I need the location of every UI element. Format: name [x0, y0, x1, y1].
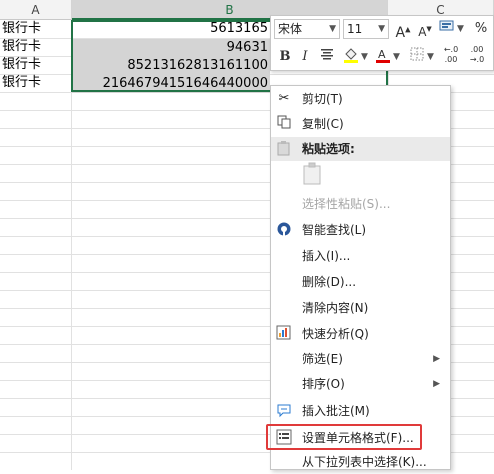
number-format-button[interactable] — [437, 19, 457, 39]
menu-item-filter[interactable]: 筛选(E) ▶ — [271, 347, 450, 371]
decrease-decimal-icon: .00 →.0 — [469, 45, 485, 64]
menu-item-copy[interactable]: 复制(C) — [271, 112, 450, 136]
menu-item-label: 插入批注(M) — [302, 404, 370, 418]
context-menu: ✂ 剪切(T) 复制(C) 粘贴选项: 选择性粘贴(S)... 智能查找(L) … — [270, 85, 451, 470]
cell-b3-value: 85213162813161100 — [127, 58, 268, 73]
menu-item-insert[interactable]: 插入(I)... — [271, 244, 450, 268]
menu-item-label: 快速分析(Q) — [302, 327, 369, 341]
font-size-value: 11 — [347, 22, 363, 36]
italic-button[interactable]: I — [295, 47, 315, 67]
cell-b4[interactable]: 21646794151646440000 — [72, 75, 270, 93]
align-center-icon — [321, 49, 333, 60]
mini-toolbar: 宋体 ▼ 11 ▼ A▲ A▼ ▼ % B I ▼ A ▼ ▼ ←.0 .00 … — [270, 15, 494, 71]
italic-icon: I — [302, 49, 308, 64]
menu-item-cut[interactable]: ✂ 剪切(T) — [271, 87, 450, 111]
cell-b1[interactable]: 5613165 — [72, 20, 270, 38]
menu-item-label: 清除内容(N) — [302, 301, 369, 315]
paste-option-button[interactable] — [302, 162, 326, 188]
menu-item-label: 筛选(E) — [302, 352, 343, 366]
increase-decimal-icon: ←.0 .00 — [443, 45, 459, 64]
increase-decimal-button[interactable]: ←.0 .00 — [439, 45, 463, 65]
paint-bucket-icon — [344, 48, 358, 63]
borders-icon — [410, 47, 424, 61]
comment-icon — [275, 402, 293, 420]
cell-a2[interactable]: 银行卡 — [2, 38, 41, 56]
chevron-right-icon: ▶ — [433, 379, 440, 389]
smart-lookup-icon — [275, 221, 293, 239]
clipboard-icon — [303, 162, 321, 185]
svg-text:A: A — [378, 48, 386, 61]
menu-item-insert-comment[interactable]: 插入批注(M) — [271, 399, 450, 423]
chevron-down-icon: ▼ — [427, 52, 434, 62]
menu-item-delete[interactable]: 删除(D)... — [271, 270, 450, 294]
scissors-icon: ✂ — [278, 91, 290, 106]
chevron-down-icon: ▼ — [393, 52, 400, 62]
percent-icon: % — [474, 21, 488, 36]
borders-button[interactable] — [407, 47, 427, 67]
decrease-font-size-button[interactable]: A▼ — [415, 19, 435, 39]
cell-a4[interactable]: 银行卡 — [2, 74, 41, 92]
menu-item-clear-contents[interactable]: 清除内容(N) — [271, 296, 450, 320]
menu-item-format-cells[interactable]: 设置单元格格式(F)... — [271, 426, 450, 450]
font-name-value: 宋体 — [278, 22, 303, 36]
cell-b1-value: 5613165 — [210, 21, 268, 36]
chevron-down-icon: ▼ — [361, 52, 368, 62]
menu-item-paste-special[interactable]: 选择性粘贴(S)... — [271, 192, 450, 216]
paste-icon — [275, 140, 293, 158]
chevron-down-icon: ▼ — [457, 24, 464, 34]
number-format-icon — [439, 20, 454, 31]
decrease-decimal-button[interactable]: .00 →.0 — [465, 45, 489, 65]
menu-item-label: 删除(D)... — [302, 275, 357, 289]
menu-item-label: 从下拉列表中选择(K)... — [302, 455, 427, 469]
chevron-down-icon: ▼ — [329, 24, 336, 34]
font-color-icon: A — [376, 48, 390, 63]
cell-b2-value: 94631 — [226, 40, 268, 55]
decrease-font-icon: A▼ — [418, 25, 432, 39]
column-header-a-label: A — [31, 3, 40, 17]
cell-b4-value: 21646794151646440000 — [102, 76, 268, 91]
menu-item-sort[interactable]: 排序(O) ▶ — [271, 372, 450, 396]
percent-style-button[interactable]: % — [471, 19, 491, 39]
menu-item-label: 设置单元格格式(F)... — [302, 431, 414, 445]
menu-item-label: 剪切(T) — [302, 92, 343, 106]
cell-a1[interactable]: 银行卡 — [2, 20, 41, 38]
cell-b3[interactable]: 85213162813161100 — [72, 57, 270, 75]
menu-item-label: 选择性粘贴(S)... — [302, 197, 391, 211]
menu-item-label: 插入(I)... — [302, 249, 351, 263]
menu-item-pick-from-list[interactable]: 从下拉列表中选择(K)... — [271, 450, 450, 474]
quick-analysis-icon — [275, 325, 293, 343]
increase-font-icon: A▲ — [395, 24, 411, 41]
menu-item-smart-lookup[interactable]: 智能查找(L) — [271, 218, 450, 242]
increase-font-size-button[interactable]: A▲ — [393, 19, 413, 41]
paste-options-header: 粘贴选项: — [271, 137, 450, 161]
fill-color-button[interactable] — [341, 47, 361, 67]
menu-item-label: 智能查找(L) — [302, 223, 367, 237]
copy-icon — [275, 115, 293, 133]
font-name-combo[interactable]: 宋体 ▼ — [274, 19, 340, 39]
menu-item-label: 粘贴选项: — [302, 142, 355, 156]
chevron-down-icon: ▼ — [378, 24, 385, 34]
menu-item-label: 复制(C) — [302, 117, 344, 131]
cell-a3[interactable]: 银行卡 — [2, 56, 41, 74]
bold-button[interactable]: B — [275, 47, 295, 67]
format-cells-icon — [275, 429, 293, 447]
column-header-a[interactable]: A — [0, 0, 72, 20]
menu-item-quick-analysis[interactable]: 快速分析(Q) — [271, 322, 450, 346]
cell-b2[interactable]: 94631 — [72, 39, 270, 57]
column-header-b-label: B — [225, 3, 234, 17]
menu-item-label: 排序(O) — [302, 377, 345, 391]
center-align-button[interactable] — [317, 47, 337, 67]
font-size-combo[interactable]: 11 ▼ — [343, 19, 389, 39]
bold-icon: B — [279, 49, 291, 64]
font-color-button[interactable]: A — [373, 47, 393, 67]
chevron-right-icon: ▶ — [433, 354, 440, 364]
